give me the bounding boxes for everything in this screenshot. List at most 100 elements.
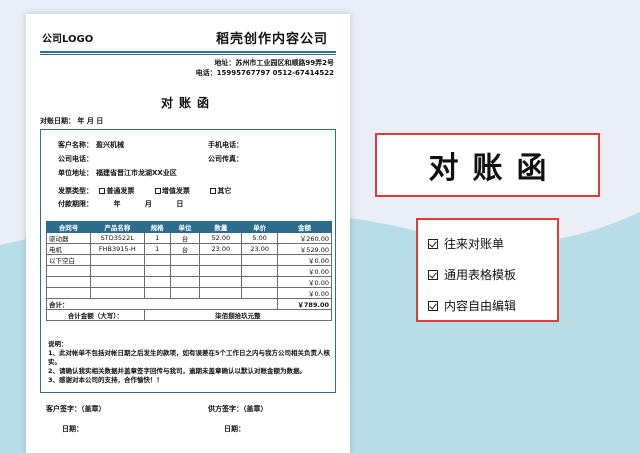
cell: 1 <box>143 243 171 255</box>
customer-label: 客户名称： <box>58 141 93 149</box>
cell <box>143 276 171 288</box>
total-label: 合计： <box>45 298 279 310</box>
payment-day: 日 <box>176 200 184 208</box>
company-phone: 电话：15995767797 0512-67414522 <box>195 69 334 77</box>
unit-address-field: 单位地址： 福建省晋江市龙湖XX业区 <box>58 168 177 178</box>
cell <box>241 265 279 277</box>
items-table: 合同号 产品名称 规格 单位 数量 单价 金额 驱动器 STD3522L 1 台… <box>45 221 333 321</box>
invoice-checkbox-other[interactable] <box>210 188 217 194</box>
col-spec: 规格 <box>143 221 171 233</box>
feature-item: 往来对账单 <box>428 228 557 259</box>
cell: ￥529.00 <box>277 243 332 255</box>
table-row: 驱动器 STD3522L 1 台 52.00 5.00 ￥260.00 <box>46 232 332 244</box>
table-row: 以下空白 ￥0.00 <box>46 254 332 266</box>
cell <box>199 276 243 288</box>
upper-total-row: 合计金额（大写）： 柒佰捌拾玖元整 <box>46 309 333 321</box>
payment-term-field: 付款期限： 年 月 日 <box>58 199 183 209</box>
company-tel-label: 公司电话： <box>58 155 93 163</box>
company-address: 地址：苏州市工业园区和顺路99弄2号 <box>214 59 334 67</box>
table-header-row: 合同号 产品名称 规格 单位 数量 单价 金额 <box>46 221 332 233</box>
header-divider <box>40 51 336 53</box>
invoice-option-normal: 普通发票 <box>106 187 135 195</box>
cell: 台 <box>169 232 201 244</box>
total-value: ￥789.00 <box>277 298 332 310</box>
cell <box>169 276 201 288</box>
feature-label: 通用表格模板 <box>444 268 517 282</box>
cell <box>89 287 145 299</box>
cell: ￥0.00 <box>277 254 332 266</box>
company-logo-text: 公司LOGO <box>42 34 94 45</box>
header-divider-thin <box>40 54 336 55</box>
col-unit-price: 单价 <box>241 221 279 233</box>
cell: 驱动器 <box>46 232 91 244</box>
note-2: 2、请确认我实相关数据并盖章签字回传与我司，逾期未盖章确认以默认对账金额为数据。 <box>48 367 307 375</box>
invoice-type-field: 发票类型： 普通发票 增值发票 其它 <box>58 186 231 196</box>
company-contact: 地址：苏州市工业园区和顺路99弄2号 电话：15995767797 0512-6… <box>196 58 334 78</box>
supplier-signature: 供方签字：（盖章） <box>208 405 268 413</box>
cell: 23.00 <box>199 243 243 255</box>
cell <box>241 276 279 288</box>
customer-value: 盈兴机械 <box>96 141 124 149</box>
cell: 23.00 <box>241 243 279 255</box>
cell <box>241 287 279 299</box>
payment-year: 年 <box>113 200 121 208</box>
customer-signature: 客户签字：（盖章） <box>46 405 106 413</box>
cell: ￥0.00 <box>277 265 332 277</box>
cell <box>46 276 91 288</box>
cell <box>143 287 171 299</box>
invoice-checkbox-vat[interactable] <box>154 188 161 194</box>
cell: FHB3915-H <box>89 243 145 255</box>
cell: 台 <box>169 243 201 255</box>
cell: 5.00 <box>241 232 279 244</box>
checkbox-checked-icon <box>428 300 438 311</box>
invoice-option-other: 其它 <box>217 187 232 195</box>
cell <box>169 287 201 299</box>
payment-term-label: 付款期限： <box>58 200 93 208</box>
checkbox-checked-icon <box>428 238 438 249</box>
cell <box>199 254 243 266</box>
unit-address-value: 福建省晋江市龙湖XX业区 <box>96 169 177 177</box>
document-title: 对账函 <box>160 96 215 110</box>
feature-item: 通用表格模板 <box>428 259 557 290</box>
payment-month: 月 <box>144 200 152 208</box>
company-name: 稻壳创作内容公司 <box>215 32 328 47</box>
supplier-sign-date: 日期： <box>224 425 245 433</box>
col-product-name: 产品名称 <box>89 221 145 233</box>
invoice-option-vat: 增值发票 <box>161 187 190 195</box>
notes-heading: 说明： <box>48 340 68 348</box>
feature-list: 往来对账单 通用表格模板 内容自由编辑 <box>416 218 559 322</box>
col-quantity: 数量 <box>199 221 243 233</box>
col-amount: 金额 <box>277 221 332 233</box>
cell: ￥0.00 <box>277 287 332 299</box>
promo-title: 对账函 <box>428 151 561 186</box>
statement-date: 对账日期： 年 月 日 <box>40 117 104 125</box>
upper-total-label: 合计金额（大写）： <box>46 309 145 321</box>
customer-sign-date: 日期： <box>62 425 83 433</box>
notes-section: 说明： 1、此对帐单不包括对帐日期之后发生的款项，如有误差在5个工作日之内与我方… <box>48 340 338 385</box>
cell: 电机 <box>46 243 91 255</box>
table-row: ￥0.00 <box>46 287 332 299</box>
col-unit: 单位 <box>169 221 201 233</box>
cell <box>241 254 279 266</box>
cell <box>169 254 201 266</box>
cell <box>89 254 145 266</box>
cell <box>169 265 201 277</box>
table-row: 电机 FHB3915-H 1 台 23.00 23.00 ￥529.00 <box>46 243 332 255</box>
cell <box>46 265 91 277</box>
cell: 以下空白 <box>46 254 91 266</box>
unit-address-label: 单位地址： <box>58 169 93 177</box>
cell: ￥0.00 <box>277 276 332 288</box>
cell <box>143 265 171 277</box>
promo-title-box: 对账函 <box>375 133 600 197</box>
col-contract-no: 合同号 <box>46 221 91 233</box>
cell: STD3522L <box>89 232 145 244</box>
table-row: ￥0.00 <box>46 276 332 288</box>
invoice-checkbox-normal[interactable] <box>99 188 106 194</box>
cell <box>199 265 243 277</box>
invoice-type-label: 发票类型： <box>58 187 93 195</box>
cell <box>89 265 145 277</box>
total-row: 合计： ￥789.00 <box>45 298 332 310</box>
cell <box>46 287 91 299</box>
cell: 1 <box>143 232 171 244</box>
cell: 52.00 <box>199 232 243 244</box>
